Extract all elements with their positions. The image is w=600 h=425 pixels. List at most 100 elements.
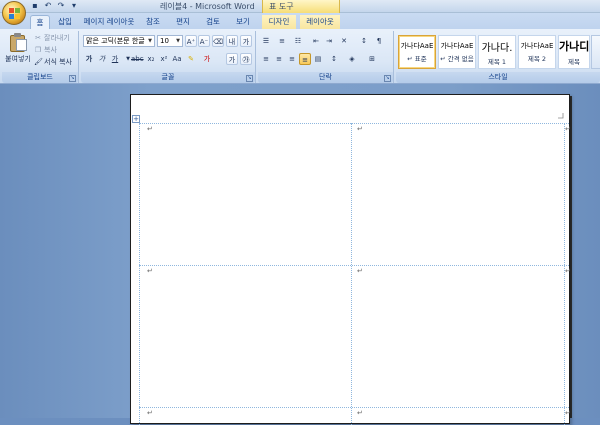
style-normal[interactable]: 가나다AaE ↵ 표준 <box>398 35 436 69</box>
tab-mailings[interactable]: 편지 <box>172 15 194 29</box>
phonetic-guide-button[interactable]: 내 <box>226 35 238 47</box>
font-color-icon[interactable]: 가 <box>201 53 213 65</box>
tab-view[interactable]: 보기 <box>232 15 254 29</box>
change-case-button[interactable]: Aa <box>171 53 183 65</box>
qat-customize-icon[interactable]: ▾ <box>69 1 79 11</box>
increase-indent-icon[interactable]: ⇥ <box>323 35 335 47</box>
font-dialog-launcher[interactable]: ↘ <box>246 75 253 82</box>
shading-icon[interactable]: ◈ <box>346 53 358 65</box>
distributed-icon[interactable]: ▤ <box>312 53 324 65</box>
enclose-characters-button[interactable]: ㉮ <box>240 53 252 65</box>
style-sample: 가나디 <box>559 40 590 53</box>
cell-paragraph-mark[interactable]: ↵ <box>357 409 363 417</box>
style-heading-2[interactable]: 가나다AaE 제목 2 <box>518 35 556 69</box>
format-painter-button[interactable]: 🖌 서식 복사 <box>34 56 72 67</box>
tab-review[interactable]: 검토 <box>202 15 224 29</box>
align-left-icon[interactable]: ≡ <box>260 53 272 65</box>
multilevel-list-icon[interactable]: ☷ <box>292 35 304 47</box>
title-bar: ▪ ↶ ↷ ▾ 레이블4 - Microsoft Word 표 도구 <box>0 0 600 13</box>
style-sample: 가나다AaE <box>520 42 554 50</box>
row-end-mark: ↵ <box>565 267 571 275</box>
document-page[interactable]: ↵ ↵ ↵ ↵ ↵ ↵ ↵ ↵ ↵ <box>130 94 571 425</box>
cell-paragraph-mark[interactable]: ↵ <box>147 125 153 133</box>
save-icon[interactable]: ▪ <box>30 1 40 11</box>
align-center-icon[interactable]: ≡ <box>273 53 285 65</box>
show-hide-icon[interactable]: ¶ <box>373 35 385 47</box>
tab-home[interactable]: 홈 <box>30 15 50 29</box>
cut-label: 잘라내기 <box>44 33 70 42</box>
cell-paragraph-mark[interactable]: ↵ <box>357 267 363 275</box>
copy-button[interactable]: ❐ 복사 <box>34 44 57 55</box>
bold-button[interactable]: 가 <box>83 53 95 65</box>
chevron-down-icon[interactable]: ▼ <box>174 36 182 46</box>
table-border-top <box>139 123 569 124</box>
subscript-button[interactable]: x₂ <box>145 53 157 65</box>
table-tools-context-title: 표 도구 <box>262 0 340 13</box>
cell-paragraph-mark[interactable]: ↵ <box>147 409 153 417</box>
styles-group: 가나다AaE ↵ 표준 가나다AaE ↵ 간격 없음 가나다. 제목 1 가나다… <box>396 31 600 83</box>
style-sample: 가나다. <box>481 43 513 54</box>
office-button[interactable] <box>2 1 26 25</box>
style-sample: 가나다AaE <box>440 42 474 50</box>
row-end-mark: ↵ <box>565 409 571 417</box>
copy-label: 복사 <box>44 45 57 54</box>
styles-group-label: 스타일 <box>396 72 600 83</box>
cell-paragraph-mark[interactable]: ↵ <box>357 125 363 133</box>
character-shading-button[interactable]: 가 <box>226 53 238 65</box>
undo-icon[interactable]: ↶ <box>43 1 53 11</box>
paragraph-group-label: 단락 <box>258 72 393 83</box>
justify-icon[interactable]: ≡ <box>299 53 311 65</box>
strikethrough-button[interactable]: abc <box>131 53 144 65</box>
font-name-combobox[interactable]: 맑은 고딕(본문 한글 ▼ <box>83 35 155 47</box>
quick-access-toolbar: ▪ ↶ ↷ ▾ <box>30 1 79 11</box>
superscript-button[interactable]: x² <box>158 53 170 65</box>
styles-gallery-scroll[interactable] <box>591 35 600 69</box>
table-row-divider <box>139 265 569 266</box>
paste-label: 붙여넣기 <box>5 55 31 63</box>
shrink-font-button[interactable]: A⁻ <box>198 35 210 47</box>
align-right-icon[interactable]: ≡ <box>286 53 298 65</box>
highlight-icon[interactable]: ✎ <box>185 53 197 65</box>
font-size-combobox[interactable]: 10 ▼ <box>157 35 183 47</box>
office-logo-icon <box>9 8 20 19</box>
table-move-handle[interactable]: + <box>132 115 140 123</box>
paste-button[interactable]: 붙여넣기 <box>4 32 32 70</box>
clipboard-dialog-launcher[interactable]: ↘ <box>69 75 76 82</box>
format-painter-label: 서식 복사 <box>44 57 72 66</box>
asian-layout-icon[interactable]: ✕ <box>338 35 350 47</box>
tab-layout[interactable]: 레이아웃 <box>300 15 340 29</box>
borders-icon[interactable]: ⊞ <box>366 53 378 65</box>
font-size-value: 10 <box>160 37 169 45</box>
paragraph-dialog-launcher[interactable]: ↘ <box>384 75 391 82</box>
tab-design[interactable]: 디자인 <box>262 15 296 29</box>
clear-formatting-button[interactable]: ⌫ <box>212 35 224 47</box>
style-sample: 가나다AaE <box>400 42 434 50</box>
cell-paragraph-mark[interactable]: ↵ <box>147 267 153 275</box>
grow-font-button[interactable]: A⁺ <box>185 35 197 47</box>
decrease-indent-icon[interactable]: ⇤ <box>310 35 322 47</box>
style-name: ↵ 간격 없음 <box>440 55 474 63</box>
underline-button[interactable]: 가 <box>109 53 121 65</box>
cut-button[interactable]: ✂ 잘라내기 <box>34 32 70 43</box>
line-spacing-icon[interactable]: ↕ <box>328 53 340 65</box>
window-title: 레이블4 - Microsoft Word <box>160 2 255 11</box>
style-title[interactable]: 가나디 제목 <box>558 35 590 69</box>
tab-references[interactable]: 참조 <box>142 15 164 29</box>
table-row-divider <box>139 407 569 408</box>
style-no-spacing[interactable]: 가나다AaE ↵ 간격 없음 <box>438 35 476 69</box>
ribbon: 붙여넣기 ✂ 잘라내기 ❐ 복사 🖌 서식 복사 클립보드 ↘ 맑은 고딕(본문… <box>0 29 600 84</box>
character-border-button[interactable]: 가 <box>240 35 252 47</box>
numbering-icon[interactable]: ≡ <box>276 35 288 47</box>
paragraph-group: ☰ ≡ ☷ ⇤ ⇥ ✕ ↕ ¶ ≡ ≡ ≡ ≡ ▤ ↕ ◈ ⊞ 단락 ↘ <box>258 31 394 83</box>
style-name: 제목 2 <box>527 55 547 63</box>
chevron-down-icon[interactable]: ▼ <box>146 36 154 46</box>
ribbon-tab-strip: 홈 삽입 페이지 레이아웃 참조 편지 검토 보기 디자인 레이아웃 <box>0 13 600 29</box>
tab-page-layout[interactable]: 페이지 레이아웃 <box>80 15 138 29</box>
italic-button[interactable]: 가 <box>96 53 108 65</box>
redo-icon[interactable]: ↷ <box>56 1 66 11</box>
style-heading-1[interactable]: 가나다. 제목 1 <box>478 35 516 69</box>
row-end-mark: ↵ <box>565 125 571 133</box>
sort-icon[interactable]: ↕ <box>358 35 370 47</box>
bullets-icon[interactable]: ☰ <box>260 35 272 47</box>
tab-insert[interactable]: 삽입 <box>54 15 76 29</box>
